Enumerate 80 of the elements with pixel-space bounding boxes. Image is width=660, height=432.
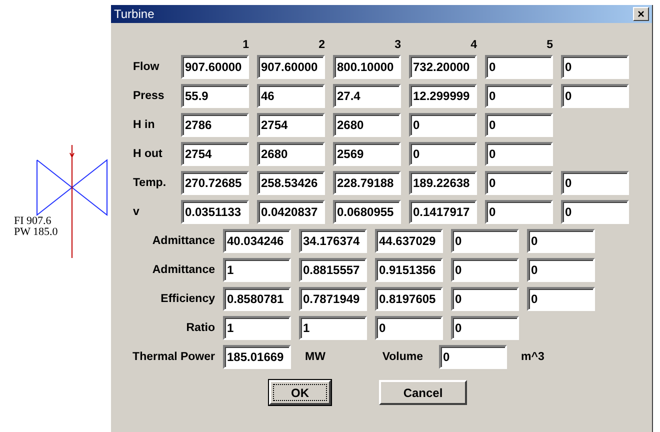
value-field[interactable]: 0	[485, 200, 553, 224]
value-field[interactable]: 2786	[181, 113, 249, 137]
cancel-button[interactable]: Cancel	[379, 380, 467, 405]
value-field[interactable]: 0	[527, 258, 595, 282]
value-field[interactable]: 34.176374	[299, 229, 367, 253]
tag-label: PW 185.0	[14, 227, 58, 238]
value-field[interactable]: 1	[299, 316, 367, 340]
row-label: Flow	[133, 61, 160, 73]
value-field[interactable]: 0	[527, 229, 595, 253]
row-label: Ratio	[186, 322, 215, 334]
row-label: v	[133, 206, 140, 218]
value-field[interactable]: 2754	[257, 113, 325, 137]
value-field[interactable]: 2754	[181, 142, 249, 166]
value-field[interactable]: 0	[451, 258, 519, 282]
value-field[interactable]: 44.637029	[375, 229, 443, 253]
thermal-power-label: Thermal Power	[132, 351, 215, 363]
value-field[interactable]: 0.8580781	[223, 287, 291, 311]
row-label: Temp.	[133, 177, 166, 189]
value-field[interactable]: 0	[451, 229, 519, 253]
value-field[interactable]: 0	[485, 113, 553, 137]
value-field[interactable]: 0	[527, 287, 595, 311]
volume-label: Volume	[382, 351, 423, 363]
window-title: Turbine	[114, 7, 154, 21]
value-field[interactable]: 0	[485, 171, 553, 195]
close-button[interactable]: ×	[633, 7, 649, 21]
value-field[interactable]: 270.72685	[181, 171, 249, 195]
row-label: H in	[133, 119, 155, 131]
row-label: Admittance	[152, 264, 215, 276]
value-field[interactable]: 907.60000	[257, 55, 325, 79]
value-field[interactable]: 40.034246	[223, 229, 291, 253]
value-field[interactable]: 1	[223, 258, 291, 282]
volume-field[interactable]: 0	[439, 345, 507, 369]
value-field[interactable]: 0	[485, 84, 553, 108]
value-field[interactable]: 27.4	[333, 84, 401, 108]
row-label: Press	[133, 90, 164, 102]
value-field[interactable]: 258.53426	[257, 171, 325, 195]
value-field[interactable]: 0	[485, 55, 553, 79]
value-field[interactable]: 0	[375, 316, 443, 340]
value-field[interactable]: 0.0680955	[333, 200, 401, 224]
value-field[interactable]: 2680	[333, 113, 401, 137]
value-field[interactable]: 0	[561, 55, 629, 79]
value-field[interactable]: 55.9	[181, 84, 249, 108]
column-header: 3	[394, 38, 401, 50]
value-field[interactable]: 732.20000	[409, 55, 477, 79]
unit-label: MW	[305, 351, 326, 363]
ok-button[interactable]: OK	[269, 380, 331, 405]
value-field[interactable]: 907.60000	[181, 55, 249, 79]
value-field[interactable]: 0.9151356	[375, 258, 443, 282]
value-field[interactable]: 189.22638	[409, 171, 477, 195]
column-header: 4	[470, 38, 477, 50]
value-field[interactable]: 0	[561, 200, 629, 224]
value-field[interactable]: 0.1417917	[409, 200, 477, 224]
value-field[interactable]: 0	[561, 171, 629, 195]
unit-label: m^3	[521, 351, 544, 363]
row-label: Admittance	[152, 235, 215, 247]
column-header: 5	[546, 38, 553, 50]
value-field[interactable]: 2680	[257, 142, 325, 166]
value-field[interactable]: 1	[223, 316, 291, 340]
column-header: 2	[318, 38, 325, 50]
row-label: Efficiency	[160, 293, 215, 305]
value-field[interactable]: 0.7871949	[299, 287, 367, 311]
value-field[interactable]: 46	[257, 84, 325, 108]
value-field[interactable]: 0.8197605	[375, 287, 443, 311]
value-field[interactable]: 0.0420837	[257, 200, 325, 224]
value-field[interactable]: 0	[485, 142, 553, 166]
row-label: H out	[133, 148, 162, 160]
value-field[interactable]: 0	[409, 142, 477, 166]
tag-label: FI 907.6	[14, 216, 52, 227]
value-field[interactable]: 228.79188	[333, 171, 401, 195]
value-field[interactable]: 800.10000	[333, 55, 401, 79]
column-header: 1	[242, 38, 249, 50]
value-field[interactable]: 12.299999	[409, 84, 477, 108]
value-field[interactable]: 0	[561, 84, 629, 108]
value-field[interactable]: 0	[451, 287, 519, 311]
value-field[interactable]: 0	[409, 113, 477, 137]
value-field[interactable]: 0.0351133	[181, 200, 249, 224]
thermal-power-field[interactable]: 185.01669	[223, 345, 291, 369]
value-field[interactable]: 2569	[333, 142, 401, 166]
value-field[interactable]: 0	[451, 316, 519, 340]
value-field[interactable]: 0.8815557	[299, 258, 367, 282]
